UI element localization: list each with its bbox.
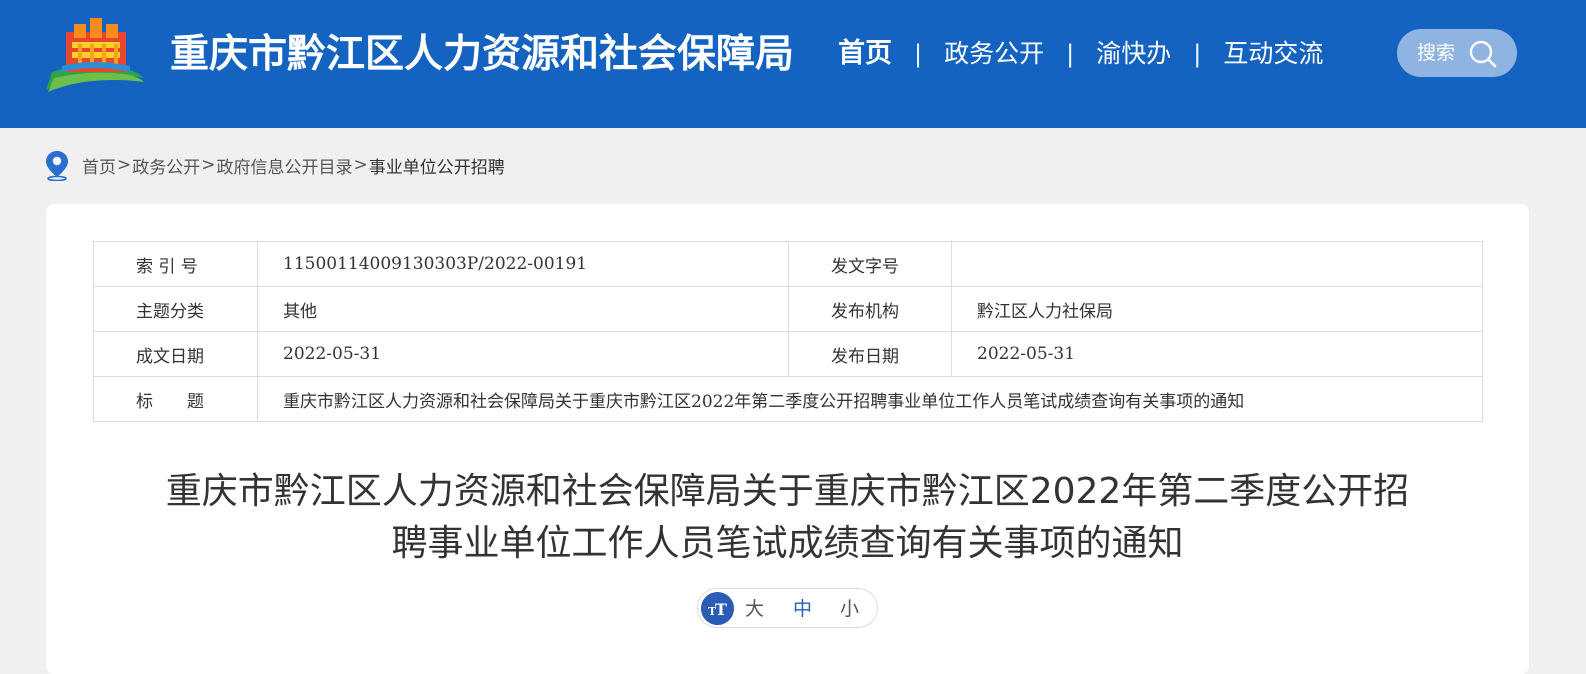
font-size-medium-button[interactable]: 中 xyxy=(793,598,812,620)
article-title-line-1: 重庆市黔江区人力资源和社会保障局关于重庆市黔江区2022年第二季度公开招 xyxy=(165,471,1410,512)
breadcrumb-info-catalog[interactable]: 政府信息公开目录 xyxy=(217,153,353,178)
nav-item-home[interactable]: 首页 xyxy=(838,36,892,72)
main-nav: 首页 | 政务公开 | 渝快办 | 互动交流 xyxy=(838,36,1323,72)
doc-number-value xyxy=(951,241,1483,287)
table-row: 标 题 重庆市黔江区人力资源和社会保障局关于重庆市黔江区2022年第二季度公开招… xyxy=(93,376,1483,422)
font-size-small-button[interactable]: 小 xyxy=(840,598,859,620)
article-title: 重庆市黔江区人力资源和社会保障局关于重庆市黔江区2022年第二季度公开招 聘事业… xyxy=(116,466,1459,570)
created-date-value: 2022-05-31 xyxy=(257,331,789,377)
published-date-label: 发布日期 xyxy=(788,331,952,377)
title-label: 标 题 xyxy=(93,376,258,422)
article-title-line-2: 聘事业单位工作人员笔试成绩查询有关事项的通知 xyxy=(391,523,1184,564)
font-size-icon: T T xyxy=(701,592,734,625)
nav-separator: | xyxy=(1193,40,1202,68)
breadcrumb-recruitment[interactable]: 事业单位公开招聘 xyxy=(369,153,505,178)
font-size-large-button[interactable]: 大 xyxy=(745,598,764,620)
created-date-label: 成文日期 xyxy=(93,331,258,377)
nav-item-gov-affairs[interactable]: 政务公开 xyxy=(944,36,1044,72)
nav-separator: | xyxy=(1066,40,1075,68)
search-button[interactable]: 搜索 xyxy=(1397,29,1517,77)
breadcrumb: 首页 > 政务公开 > 政府信息公开目录 > 事业单位公开招聘 xyxy=(44,150,505,181)
article-card: 索 引 号 11500114009130303P/2022-00191 发文字号… xyxy=(46,204,1529,674)
table-row: 索 引 号 11500114009130303P/2022-00191 发文字号 xyxy=(93,241,1483,287)
title-value: 重庆市黔江区人力资源和社会保障局关于重庆市黔江区2022年第二季度公开招聘事业单… xyxy=(257,376,1483,422)
breadcrumb-separator: > xyxy=(117,155,132,175)
table-row: 成文日期 2022-05-31 发布日期 2022-05-31 xyxy=(93,331,1483,377)
table-row: 主题分类 其他 发布机构 黔江区人力社保局 xyxy=(93,286,1483,332)
nav-item-yukuaiban[interactable]: 渝快办 xyxy=(1096,36,1171,72)
publisher-value: 黔江区人力社保局 xyxy=(951,286,1483,332)
site-header: 重庆市黔江区人力资源和社会保障局 首页 | 政务公开 | 渝快办 | 互动交流 … xyxy=(0,0,1586,128)
site-logo-icon[interactable] xyxy=(44,14,148,94)
topic-label: 主题分类 xyxy=(93,286,258,332)
nav-separator: | xyxy=(914,40,923,68)
svg-text:T: T xyxy=(715,600,727,619)
breadcrumb-separator: > xyxy=(201,155,216,175)
document-meta-table: 索 引 号 11500114009130303P/2022-00191 发文字号… xyxy=(93,241,1483,422)
index-label: 索 引 号 xyxy=(93,241,258,287)
publisher-label: 发布机构 xyxy=(788,286,952,332)
nav-item-interaction[interactable]: 互动交流 xyxy=(1223,36,1323,72)
index-value: 11500114009130303P/2022-00191 xyxy=(257,241,789,287)
font-size-switch: T T 大 中 小 xyxy=(697,588,878,628)
search-icon xyxy=(1469,40,1497,68)
breadcrumb-home[interactable]: 首页 xyxy=(82,153,116,178)
search-label: 搜索 xyxy=(1417,42,1456,64)
published-date-value: 2022-05-31 xyxy=(951,331,1483,377)
topic-value: 其他 xyxy=(257,286,789,332)
site-title[interactable]: 重庆市黔江区人力资源和社会保障局 xyxy=(170,30,794,80)
breadcrumb-gov-affairs[interactable]: 政务公开 xyxy=(132,153,200,178)
location-pin-icon xyxy=(46,151,68,181)
breadcrumb-separator: > xyxy=(353,155,368,175)
doc-number-label: 发文字号 xyxy=(788,241,952,287)
